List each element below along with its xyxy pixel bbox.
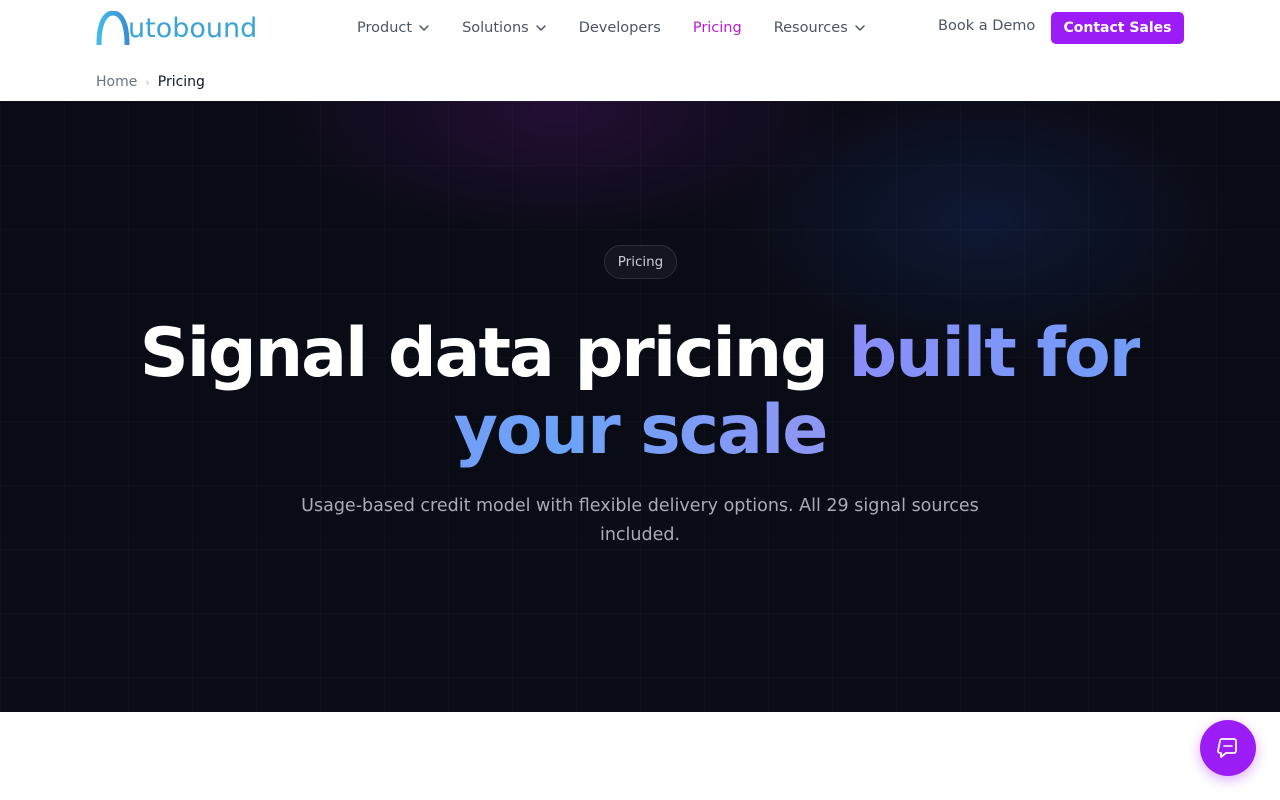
main-nav: Product Solutions Developers Pricing Res… [357,16,898,40]
contact-sales-button[interactable]: Contact Sales [1051,12,1184,44]
site-header: utobound Product Solutions Developers Pr… [0,0,1280,101]
nav-item-label: Product [357,20,413,36]
nav-item-resources[interactable]: Resources [774,20,866,36]
chevron-down-icon [535,25,546,31]
hero-subtext: Usage-based credit model with flexible d… [301,496,979,545]
autobound-logo[interactable]: utobound [96,10,257,46]
breadcrumb-current: Pricing [157,74,205,90]
book-demo-link[interactable]: Book a Demo [938,18,1035,34]
nav-item-product[interactable]: Product [357,20,430,36]
nav-item-developers[interactable]: Developers [579,20,661,36]
nav-item-label: Pricing [692,20,742,36]
logo-text: utobound [128,12,258,44]
nav-item-pricing[interactable]: Pricing [693,20,742,36]
nav-item-label: Developers [578,20,661,36]
nav-item-label: Solutions [462,20,529,36]
nav-item-solutions[interactable]: Solutions [462,20,547,36]
chevron-down-icon [419,25,429,31]
breadcrumb: Home › Pricing [96,74,205,90]
nav-item-label: Resources [773,20,848,36]
hero-section: Pricing Signal data pricing built for yo… [0,101,1280,712]
hero-headline: Signal data pricing built for your scale [80,315,1200,469]
logo-arch-icon [96,11,130,45]
breadcrumb-separator: › [145,75,150,89]
chevron-down-icon [855,25,865,31]
chat-launcher-button[interactable] [1200,720,1256,776]
chat-bubble-icon [1217,738,1237,758]
headline-plain-text: Signal data pricing [139,314,849,393]
section-badge: Pricing [604,245,677,279]
breadcrumb-home-link[interactable]: Home [96,74,137,90]
